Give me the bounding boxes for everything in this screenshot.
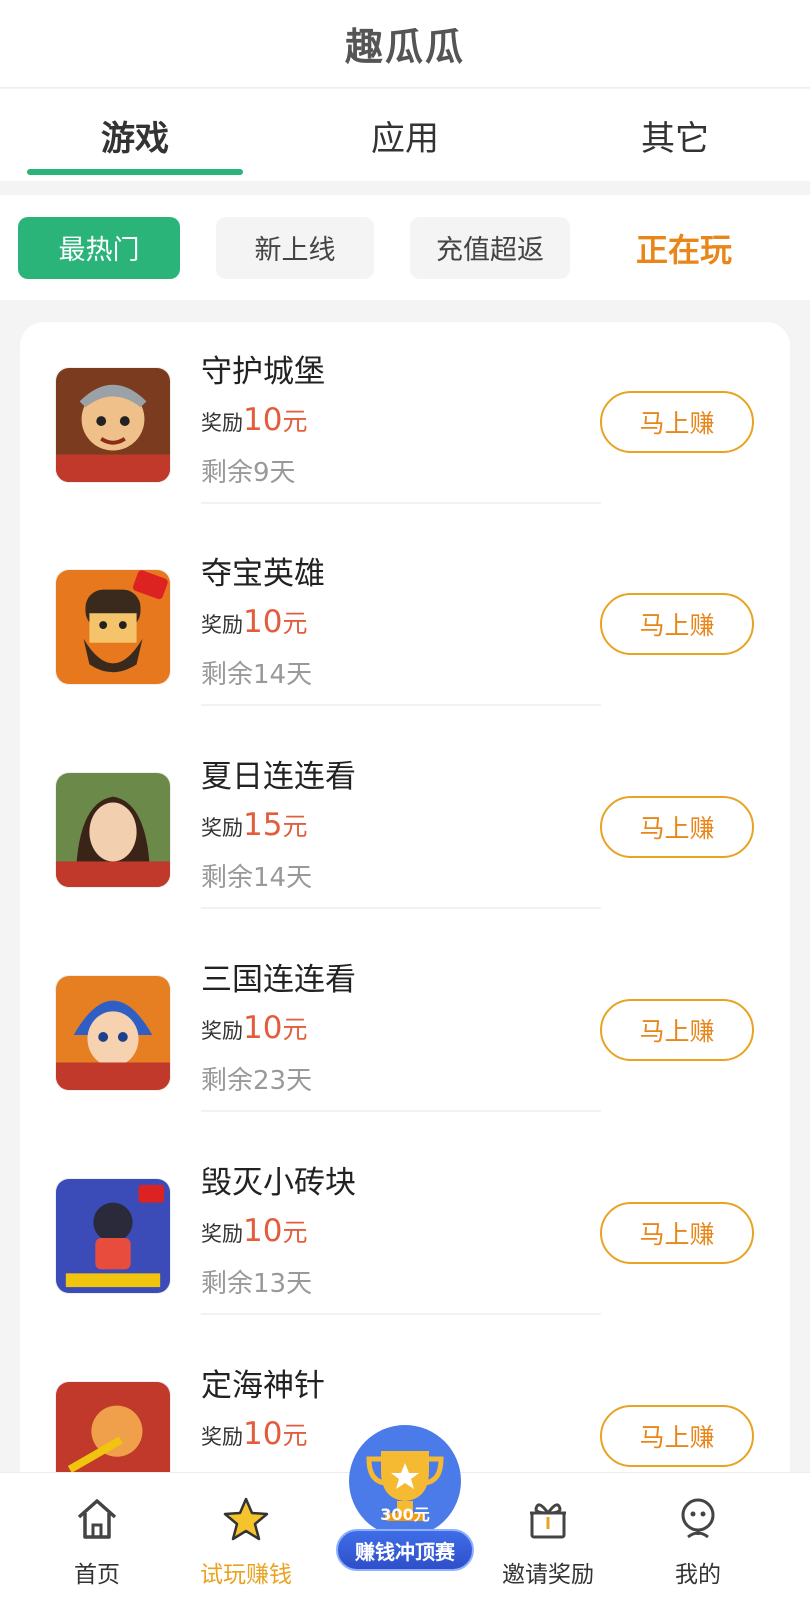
top-header: 趣瓜瓜 [0,0,810,88]
earn-now-button[interactable]: 马上赚 [600,999,754,1061]
game-name: 毁灭小砖块 [201,1165,356,1201]
earn-competition-button[interactable]: 300元 赚钱冲顶赛 [336,1421,474,1591]
game-list-item[interactable]: 毁灭小砖块 奖励10元 剩余13天 马上赚 [20,1133,790,1340]
home-icon [77,1499,117,1539]
nav-label: 我的 [675,1562,721,1588]
reward-amount: 10 [243,402,283,438]
reward-unit: 元 [282,1218,308,1247]
filter-recharge-rebate[interactable]: 充值超返 [410,216,570,279]
star-icon [223,1497,269,1541]
category-tabs: 游戏 应用 其它 [0,89,810,181]
reward-info: 奖励10元 [201,402,307,438]
remaining-days: 剩余14天 [201,660,313,690]
tab-games[interactable]: 游戏 [0,89,270,181]
item-divider [201,1110,601,1112]
prize-amount: 300元 [380,1505,430,1524]
reward-info: 奖励10元 [201,1010,307,1046]
profile-icon [681,1498,715,1539]
remaining-days: 剩余14天 [201,863,313,893]
game-list-item[interactable]: 守护城堡 奖励10元 剩余9天 马上赚 [20,322,790,529]
tab-other[interactable]: 其它 [540,89,810,181]
reward-amount: 10 [243,1416,283,1452]
reward-label: 奖励 [201,816,243,840]
game-name: 夏日连连看 [201,759,356,795]
reward-info: 奖励10元 [201,1416,307,1452]
brick-breaker-game-icon[interactable] [55,1178,171,1294]
filter-playing[interactable]: 正在玩 [604,217,764,279]
nav-profile[interactable]: 我的 [628,1473,768,1600]
reward-info: 奖励15元 [201,807,307,843]
game-list-item[interactable]: 夏日连连看 奖励15元 剩余14天 马上赚 [20,727,790,934]
nav-label: 邀请奖励 [502,1562,594,1588]
item-divider [201,1313,601,1315]
remaining-days: 剩余9天 [201,458,296,488]
earn-now-button[interactable]: 马上赚 [600,1405,754,1467]
tab-label: 其它 [641,118,709,159]
tab-label: 应用 [371,118,439,159]
game-list-item[interactable]: 夺宝英雄 奖励10元 剩余14天 马上赚 [20,524,790,731]
game-name: 三国连连看 [201,962,356,998]
nav-label: 首页 [74,1562,120,1588]
reward-amount: 10 [243,1213,283,1249]
game-name: 定海神针 [201,1368,325,1404]
reward-info: 奖励10元 [201,604,307,640]
tab-apps[interactable]: 应用 [270,89,540,181]
reward-label: 奖励 [201,613,243,637]
filter-hot[interactable]: 最热门 [18,216,180,279]
reward-info: 奖励10元 [201,1213,307,1249]
game-list: 守护城堡 奖励10元 剩余9天 马上赚 夺宝英雄 奖励10元 剩余14天 马上赚 [20,322,790,1600]
reward-unit: 元 [282,407,308,436]
reward-label: 奖励 [201,411,243,435]
earn-now-button[interactable]: 马上赚 [600,796,754,858]
reward-unit: 元 [282,1015,308,1044]
bottom-navigation: 首页 试玩赚钱 300元 赚钱冲顶赛 邀请奖励 我的 [0,1425,810,1600]
nav-invite-reward[interactable]: 邀请奖励 [478,1473,618,1600]
game-list-item[interactable]: 三国连连看 奖励10元 剩余23天 马上赚 [20,930,790,1137]
nav-label: 试玩赚钱 [200,1562,292,1588]
nav-trial-earn[interactable]: 试玩赚钱 [176,1473,316,1600]
nav-label: 赚钱冲顶赛 [336,1529,474,1571]
reward-label: 奖励 [201,1222,243,1246]
app-title: 趣瓜瓜 [344,25,465,69]
remaining-days: 剩余13天 [201,1269,313,1299]
filter-chips: 最热门 新上线 充值超返 正在玩 [0,195,810,300]
three-kingdoms-game-icon[interactable] [55,975,171,1091]
reward-label: 奖励 [201,1425,243,1449]
remaining-days: 剩余23天 [201,1066,313,1096]
active-tab-indicator [27,169,243,175]
tab-label: 游戏 [101,118,169,159]
castle-guard-game-icon[interactable] [55,367,171,483]
reward-amount: 15 [243,807,283,843]
filter-new[interactable]: 新上线 [216,216,374,279]
game-name: 守护城堡 [201,354,325,390]
reward-unit: 元 [282,609,308,638]
item-divider [201,907,601,909]
gift-icon [530,1503,566,1539]
earn-now-button[interactable]: 马上赚 [600,1202,754,1264]
earn-now-button[interactable]: 马上赚 [600,593,754,655]
reward-unit: 元 [282,1421,308,1450]
earn-now-button[interactable]: 马上赚 [600,391,754,453]
reward-unit: 元 [282,812,308,841]
bearded-hero-game-icon[interactable] [55,569,171,685]
game-name: 夺宝英雄 [201,556,325,592]
reward-amount: 10 [243,1010,283,1046]
summer-match-game-icon[interactable] [55,772,171,888]
nav-home[interactable]: 首页 [27,1473,167,1600]
reward-amount: 10 [243,604,283,640]
reward-label: 奖励 [201,1019,243,1043]
item-divider [201,502,601,504]
item-divider [201,704,601,706]
